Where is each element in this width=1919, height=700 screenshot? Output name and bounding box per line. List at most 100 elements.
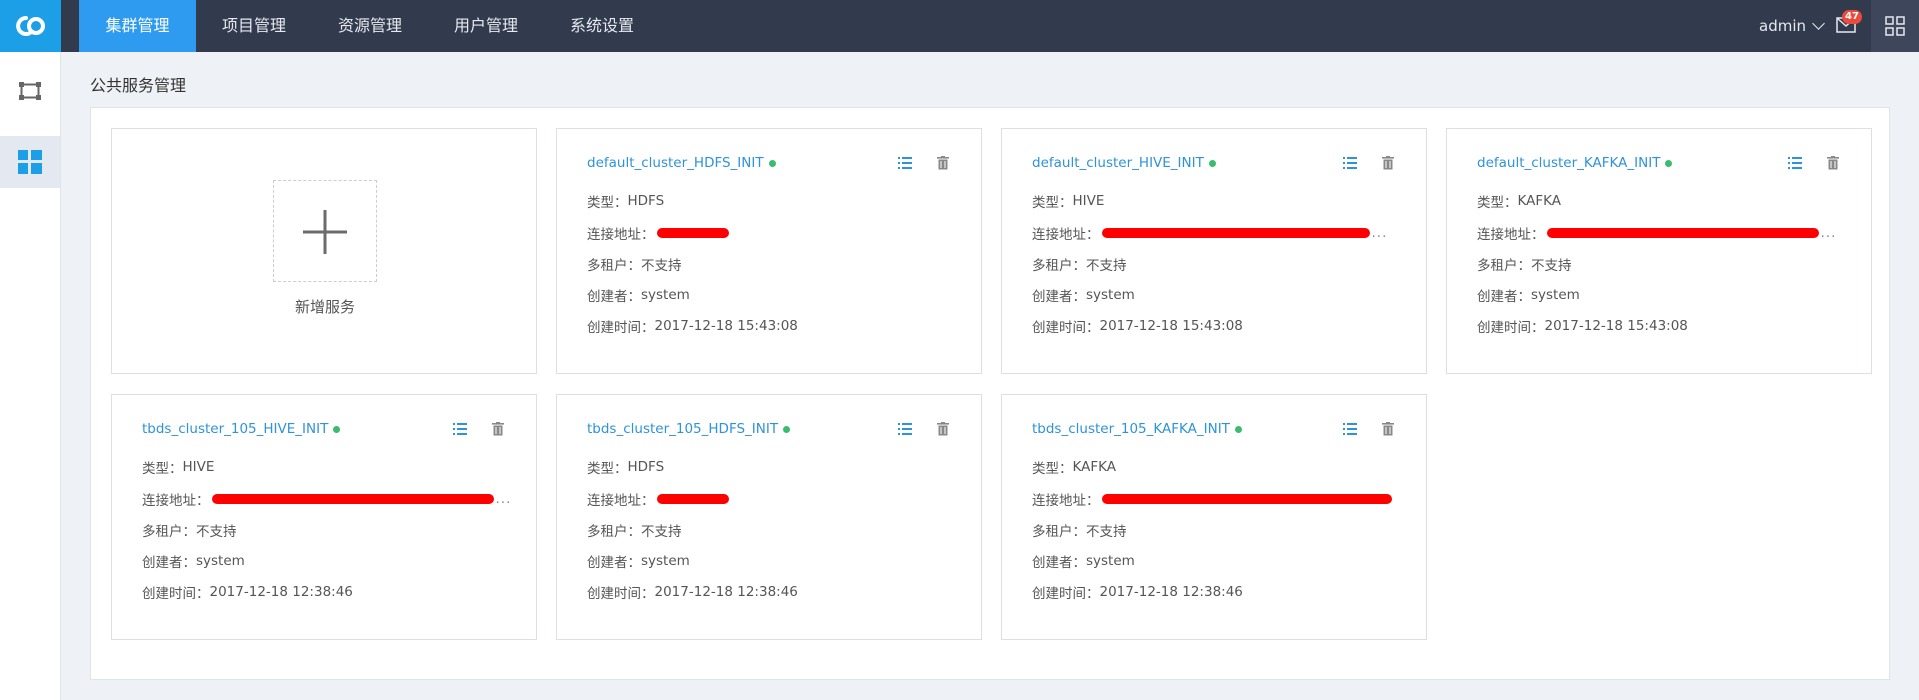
multi-tenant-label: 多租户： [587, 524, 641, 540]
type-label: 类型： [587, 195, 628, 211]
add-service-card[interactable]: 新增服务 [111, 128, 537, 374]
service-name-link[interactable]: tbds_cluster_105_HIVE_INIT [142, 421, 341, 437]
service-created-at: 创建时间： 2017-12-18 12:38:46 [587, 582, 798, 602]
trash-icon[interactable] [937, 156, 949, 170]
service-card: tbds_cluster_105_HDFS_INIT 类型： HDFS 连接地址：… [556, 394, 982, 640]
list-icon[interactable] [1343, 423, 1357, 435]
service-name-link[interactable]: default_cluster_HIVE_INIT [1032, 155, 1216, 171]
address-label: 连接地址： [587, 493, 655, 509]
service-name-link[interactable]: default_cluster_KAFKA_INIT [1477, 155, 1673, 171]
username: admin [1759, 17, 1806, 35]
created-at-value: 2017-12-18 12:38:46 [654, 584, 798, 600]
service-address: 连接地址： [587, 223, 729, 243]
service-created-at: 创建时间： 2017-12-18 15:43:08 [1032, 316, 1243, 336]
service-multi-tenant: 多租户： 不支持 [1032, 520, 1127, 540]
app-logo[interactable] [0, 0, 61, 52]
main-nav: 集群管理 项目管理 资源管理 用户管理 系统设置 [79, 0, 660, 52]
creator-value: system [1086, 287, 1135, 303]
trash-icon[interactable] [1827, 156, 1839, 170]
app-switcher[interactable] [1871, 0, 1919, 52]
list-icon[interactable] [1343, 157, 1357, 169]
user-menu[interactable]: admin [1759, 0, 1825, 52]
grid-icon [1885, 16, 1905, 36]
created-at-value: 2017-12-18 15:43:08 [1099, 318, 1243, 334]
cluster-topology-icon [19, 82, 41, 100]
service-name: tbds_cluster_105_HDFS_INIT [587, 421, 779, 437]
address-label: 连接地址： [1477, 227, 1545, 243]
creator-value: system [641, 553, 690, 569]
trash-icon[interactable] [1382, 156, 1394, 170]
type-label: 类型： [1477, 195, 1518, 211]
type-label: 类型： [1032, 461, 1073, 477]
trash-icon[interactable] [937, 422, 949, 436]
redacted-address [1546, 228, 1819, 238]
redacted-address [1101, 228, 1370, 238]
plus-icon [303, 210, 347, 254]
service-creator: 创建者： system [587, 551, 690, 571]
nav-system-settings[interactable]: 系统设置 [544, 0, 660, 52]
multi-tenant-value: 不支持 [1086, 258, 1127, 274]
list-icon[interactable] [898, 423, 912, 435]
service-created-at: 创建时间： 2017-12-18 12:38:46 [1032, 582, 1243, 602]
service-name-link[interactable]: tbds_cluster_105_HDFS_INIT [587, 421, 791, 437]
service-card: default_cluster_KAFKA_INIT 类型： KAFKA 连接地址… [1446, 128, 1872, 374]
sidebar [0, 52, 61, 700]
redacted-address [1101, 494, 1392, 504]
list-icon[interactable] [898, 157, 912, 169]
creator-label: 创建者： [1032, 555, 1086, 571]
multi-tenant-label: 多租户： [142, 524, 196, 540]
status-dot-icon [783, 425, 791, 433]
service-creator: 创建者： system [587, 285, 690, 305]
created-at-label: 创建时间： [1032, 586, 1100, 602]
created-at-label: 创建时间： [142, 586, 210, 602]
service-created-at: 创建时间： 2017-12-18 15:43:08 [1477, 316, 1688, 336]
service-name: tbds_cluster_105_HIVE_INIT [142, 421, 329, 437]
service-creator: 创建者： system [1032, 551, 1135, 571]
multi-tenant-value: 不支持 [1086, 524, 1127, 540]
redacted-address [211, 494, 494, 504]
nav-project-management[interactable]: 项目管理 [196, 0, 312, 52]
service-address: 连接地址： [1032, 489, 1392, 509]
status-dot-icon [333, 425, 341, 433]
creator-value: system [641, 287, 690, 303]
sidebar-item-public-services[interactable] [0, 136, 60, 188]
service-name: default_cluster_KAFKA_INIT [1477, 155, 1661, 171]
add-service-box[interactable] [273, 180, 377, 282]
redacted-address [656, 228, 729, 238]
multi-tenant-label: 多租户： [587, 258, 641, 274]
service-type: 类型： HDFS [587, 191, 664, 211]
chevron-down-icon [1812, 16, 1825, 30]
multi-tenant-value: 不支持 [196, 524, 237, 540]
list-icon[interactable] [1788, 157, 1802, 169]
trash-icon[interactable] [1382, 422, 1394, 436]
trash-icon[interactable] [492, 422, 504, 436]
service-type: 类型： HDFS [587, 457, 664, 477]
nav-resource-management[interactable]: 资源管理 [312, 0, 428, 52]
list-icon[interactable] [453, 423, 467, 435]
multi-tenant-value: 不支持 [1531, 258, 1572, 274]
unread-count-badge: 47 [1842, 10, 1862, 24]
created-at-value: 2017-12-18 15:43:08 [654, 318, 798, 334]
created-at-label: 创建时间： [1032, 320, 1100, 336]
sidebar-item-cluster-topology[interactable] [0, 66, 60, 118]
type-value: KAFKA [1072, 459, 1116, 475]
nav-user-management[interactable]: 用户管理 [428, 0, 544, 52]
service-address: 连接地址： [587, 489, 729, 509]
created-at-label: 创建时间： [587, 586, 655, 602]
service-name-link[interactable]: default_cluster_HDFS_INIT [587, 155, 776, 171]
status-dot-icon [1208, 159, 1216, 167]
service-multi-tenant: 多租户： 不支持 [587, 254, 682, 274]
type-value: HIVE [182, 459, 215, 475]
address-label: 连接地址： [1032, 227, 1100, 243]
creator-value: system [1086, 553, 1135, 569]
service-created-at: 创建时间： 2017-12-18 12:38:46 [142, 582, 353, 602]
nav-cluster-management[interactable]: 集群管理 [79, 0, 196, 52]
creator-label: 创建者： [142, 555, 196, 571]
creator-value: system [196, 553, 245, 569]
type-label: 类型： [587, 461, 628, 477]
service-card: default_cluster_HIVE_INIT 类型： HIVE 连接地址：.… [1001, 128, 1427, 374]
service-name: default_cluster_HDFS_INIT [587, 155, 764, 171]
type-label: 类型： [1032, 195, 1073, 211]
top-navigation-bar: 集群管理 项目管理 资源管理 用户管理 系统设置 admin 47 [0, 0, 1919, 52]
service-name-link[interactable]: tbds_cluster_105_KAFKA_INIT [1032, 421, 1242, 437]
